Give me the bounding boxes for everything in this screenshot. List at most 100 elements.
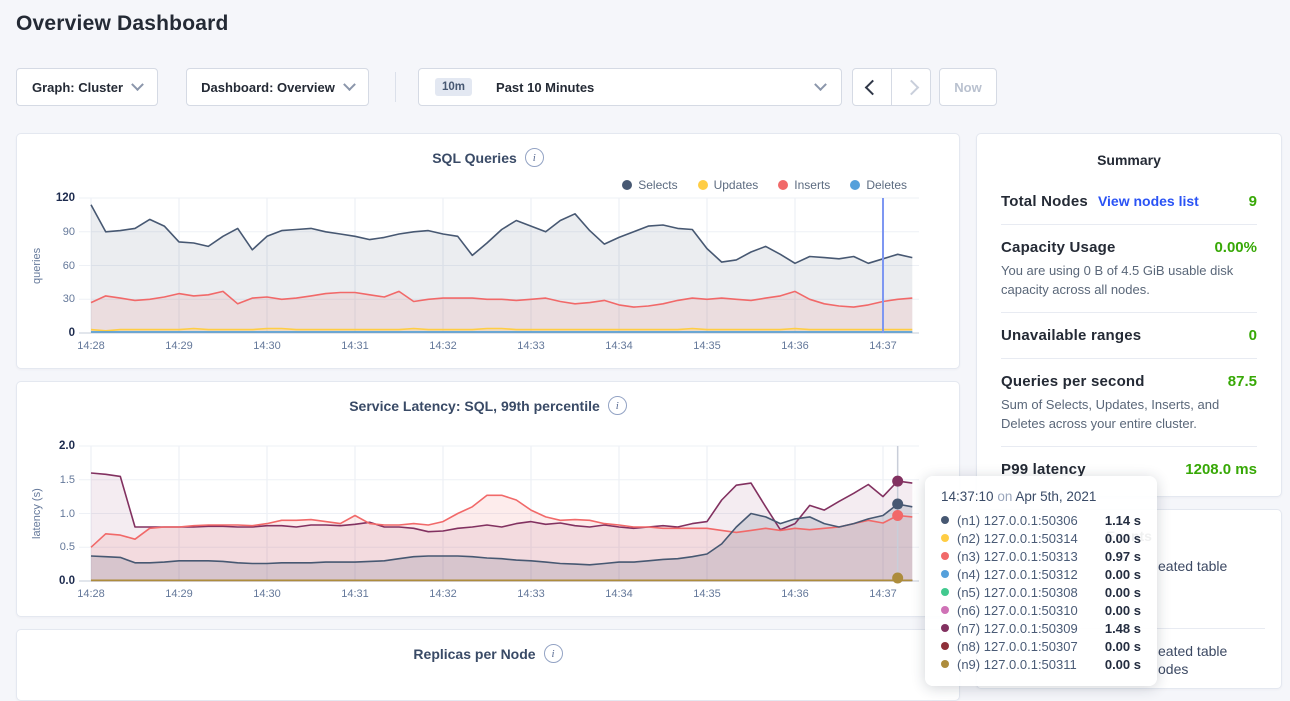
- y-axis-tick-label: 90: [63, 225, 75, 239]
- legend-dot-icon: [698, 180, 708, 190]
- service-latency-card: Service Latency: SQL, 99th percentile i …: [16, 381, 960, 617]
- tooltip-time: 14:37:10: [941, 489, 994, 504]
- dashboard-dropdown-label: Dashboard: Overview: [201, 80, 335, 95]
- sql-queries-legend: Selects Updates Inserts Deletes: [622, 178, 907, 192]
- legend-label: Updates: [714, 178, 759, 192]
- series-dot-icon: [941, 516, 949, 524]
- tooltip-node-value: 0.00 s: [1105, 657, 1141, 672]
- qps-row: Queries per second 87.5: [1001, 372, 1257, 391]
- series-dot-icon: [941, 660, 949, 668]
- total-nodes-label: Total Nodes: [1001, 192, 1088, 211]
- tooltip-node-row: (n7) 127.0.0.1:503091.48 s: [941, 619, 1141, 637]
- tooltip-node-row: (n4) 127.0.0.1:50312 0.00 s: [941, 565, 1141, 583]
- chart-title-row: Replicas per Node i: [17, 644, 959, 663]
- chevron-down-icon: [343, 78, 356, 91]
- event-item-fragment[interactable]: eated table: [1158, 643, 1227, 659]
- x-axis-tick-label: 14:31: [325, 588, 385, 600]
- y-axis-ticks: 0.00.51.01.52.0: [17, 446, 75, 581]
- time-range-badge: 10m: [435, 78, 472, 96]
- tooltip-node-address: (n1) 127.0.0.1:50306: [957, 513, 1097, 528]
- y-axis-tick-label: 0: [69, 326, 75, 340]
- x-axis-tick-label: 14:34: [589, 340, 649, 352]
- tooltip-node-value: 0.97 s: [1105, 549, 1141, 564]
- x-axis-tick-label: 14:36: [765, 340, 825, 352]
- x-axis-tick-label: 14:31: [325, 340, 385, 352]
- legend-dot-icon: [778, 180, 788, 190]
- tooltip-node-row: (n1) 127.0.0.1:503061.14 s: [941, 511, 1141, 529]
- legend-item-updates[interactable]: Updates: [698, 178, 759, 192]
- chevron-left-icon: [864, 79, 880, 95]
- service-latency-chart[interactable]: [79, 446, 919, 581]
- service-latency-chart-title: Service Latency: SQL, 99th percentile: [349, 398, 600, 414]
- x-axis-tick-label: 14:33: [501, 588, 561, 600]
- y-axis-tick-label: 30: [63, 292, 75, 306]
- total-nodes-row: Total Nodes View nodes list 9: [1001, 192, 1257, 211]
- tooltip-node-address: (n2) 127.0.0.1:50314: [957, 531, 1097, 546]
- info-icon[interactable]: i: [544, 644, 563, 663]
- tooltip-node-row: (n6) 127.0.0.1:50310 0.00 s: [941, 601, 1141, 619]
- tooltip-node-row: (n2) 127.0.0.1:50314 0.00 s: [941, 529, 1141, 547]
- tooltip-node-address: (n4) 127.0.0.1:50312: [957, 567, 1097, 582]
- legend-label: Deletes: [866, 178, 907, 192]
- chart-title-row: SQL Queries i: [17, 148, 959, 167]
- event-item-fragment[interactable]: eated table: [1158, 558, 1227, 574]
- x-axis-tick-label: 14:30: [237, 588, 297, 600]
- series-dot-icon: [941, 588, 949, 596]
- time-range-label: Past 10 Minutes: [496, 80, 594, 95]
- series-dot-icon: [941, 606, 949, 614]
- tooltip-node-value: 0.00 s: [1105, 531, 1141, 546]
- summary-divider: [1001, 446, 1257, 447]
- time-prev-button[interactable]: [852, 68, 892, 106]
- x-axis-tick-label: 14:29: [149, 340, 209, 352]
- tooltip-node-address: (n3) 127.0.0.1:50313: [957, 549, 1097, 564]
- x-axis-tick-label: 14:34: [589, 588, 649, 600]
- legend-item-deletes[interactable]: Deletes: [850, 178, 907, 192]
- y-axis-tick-label: 60: [63, 259, 75, 273]
- legend-item-selects[interactable]: Selects: [622, 178, 677, 192]
- series-dot-icon: [941, 570, 949, 578]
- tooltip-node-value: 0.00 s: [1105, 567, 1141, 582]
- capacity-row: Capacity Usage 0.00%: [1001, 238, 1257, 257]
- summary-panel: Summary Total Nodes View nodes list 9 Ca…: [976, 133, 1282, 497]
- tooltip-node-row: (n8) 127.0.0.1:503070.00 s: [941, 637, 1141, 655]
- tooltip-date: Apr 5th, 2021: [1015, 489, 1096, 504]
- y-axis-tick-label: 1.5: [60, 473, 75, 487]
- legend-item-inserts[interactable]: Inserts: [778, 178, 830, 192]
- replicas-per-node-card: Replicas per Node i: [16, 629, 960, 701]
- qps-label: Queries per second: [1001, 372, 1145, 391]
- summary-divider: [1001, 358, 1257, 359]
- y-axis-tick-label: 2.0: [59, 439, 75, 453]
- tooltip-node-value: 0.00 s: [1105, 585, 1141, 600]
- tooltip-node-value: 0.00 s: [1105, 603, 1141, 618]
- y-axis-ticks: 0306090120: [17, 198, 75, 333]
- view-nodes-list-link[interactable]: View nodes list: [1098, 192, 1199, 211]
- x-axis-ticks: 14:2814:2914:3014:3114:3214:3314:3414:35…: [79, 588, 925, 602]
- time-range-selector[interactable]: 10m Past 10 Minutes: [418, 68, 842, 106]
- x-axis-tick-label: 14:30: [237, 340, 297, 352]
- now-button[interactable]: Now: [939, 68, 997, 106]
- info-icon[interactable]: i: [608, 396, 627, 415]
- overview-dashboard-page: Overview Dashboard Graph: Cluster Dashbo…: [0, 0, 1290, 689]
- chevron-down-icon: [131, 78, 144, 91]
- graph-dropdown[interactable]: Graph: Cluster: [16, 68, 158, 106]
- summary-divider: [1001, 224, 1257, 225]
- x-axis-tick-label: 14:35: [677, 588, 737, 600]
- tooltip-rows: (n1) 127.0.0.1:503061.14 s(n2) 127.0.0.1…: [941, 511, 1141, 673]
- page-title: Overview Dashboard: [16, 12, 229, 36]
- series-dot-icon: [941, 624, 949, 632]
- p99-latency-value: 1208.0 ms: [1185, 460, 1257, 479]
- tooltip-node-address: (n6) 127.0.0.1:50310: [957, 603, 1097, 618]
- event-item-fragment[interactable]: odes: [1158, 661, 1188, 677]
- x-axis-tick-label: 14:35: [677, 340, 737, 352]
- time-next-button[interactable]: [891, 68, 931, 106]
- y-axis-tick-label: 0.5: [60, 540, 75, 554]
- info-icon[interactable]: i: [525, 148, 544, 167]
- series-dot-icon: [941, 642, 949, 650]
- sql-queries-chart[interactable]: [79, 198, 919, 333]
- sql-queries-chart-title: SQL Queries: [432, 150, 517, 166]
- x-axis-tick-label: 14:36: [765, 588, 825, 600]
- tooltip-node-address: (n9) 127.0.0.1:50311: [957, 657, 1097, 672]
- replicas-chart-title: Replicas per Node: [413, 646, 535, 662]
- dashboard-dropdown[interactable]: Dashboard: Overview: [186, 68, 369, 106]
- tooltip-node-row: (n3) 127.0.0.1:50313 0.97 s: [941, 547, 1141, 565]
